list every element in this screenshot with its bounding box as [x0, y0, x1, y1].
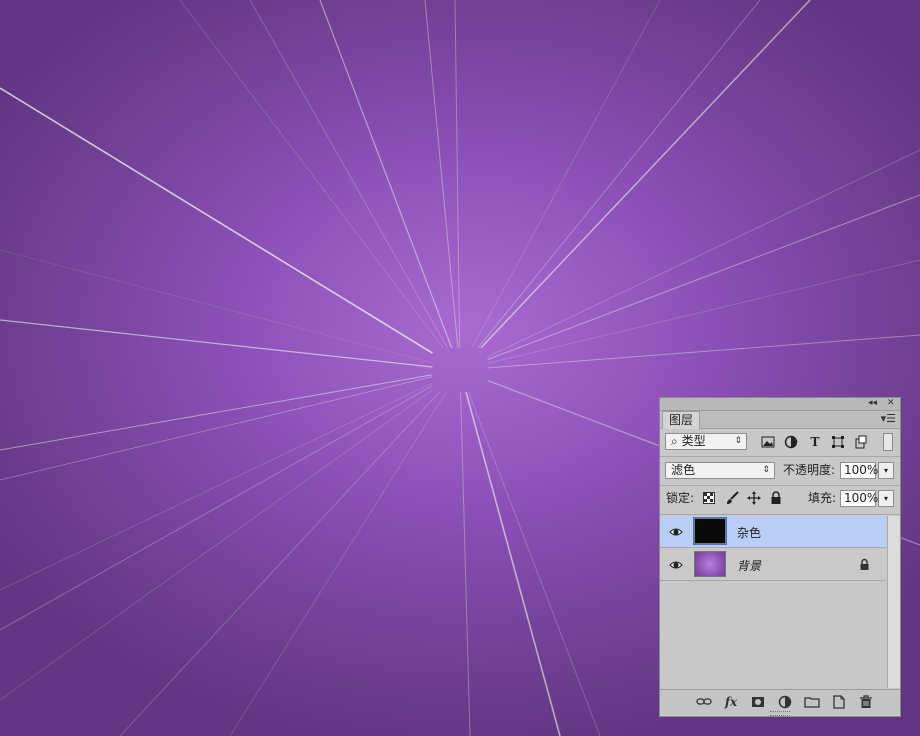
light-ray	[0, 374, 433, 451]
collapse-icon[interactable]: ◂◂	[868, 397, 877, 409]
light-ray	[477, 0, 761, 349]
light-ray	[179, 0, 444, 349]
layer-row-background[interactable]: 背景	[660, 549, 886, 581]
light-ray	[0, 319, 433, 368]
opacity-label: 不透明度:	[783, 463, 836, 477]
light-ray	[0, 376, 433, 481]
layers-scrollbar[interactable]	[887, 516, 900, 688]
layer-name[interactable]: 背景	[737, 557, 761, 574]
close-icon[interactable]: ✕	[887, 397, 895, 409]
fill-input[interactable]: 100%	[840, 490, 878, 507]
layer-thumbnail[interactable]	[693, 517, 727, 545]
light-ray	[0, 385, 433, 631]
lock-all-icon[interactable]	[770, 491, 782, 508]
link-layers-icon[interactable]	[696, 694, 712, 710]
light-ray	[0, 382, 433, 591]
light-ray	[487, 149, 920, 358]
light-ray	[229, 391, 447, 736]
light-ray	[249, 0, 448, 348]
opacity-input[interactable]: 100%	[840, 462, 878, 479]
shape-filter-icon[interactable]	[831, 435, 845, 449]
opacity-dropdown-icon[interactable]: ▾	[878, 462, 894, 479]
blend-mode-select[interactable]: 滤色 ⇕	[665, 462, 775, 479]
new-layer-icon[interactable]	[831, 694, 847, 710]
light-ray	[487, 194, 920, 360]
layer-row-noise[interactable]: 杂色	[660, 516, 886, 548]
fill-dropdown-icon[interactable]: ▾	[878, 490, 894, 507]
select-arrow-icon: ⇕	[762, 465, 770, 475]
eye-visibility-icon[interactable]	[669, 558, 683, 572]
layer-thumbnail[interactable]	[694, 551, 726, 577]
resize-grip[interactable]	[770, 711, 790, 716]
tab-layers[interactable]: 图层	[662, 411, 701, 429]
lock-pixels-brush-icon[interactable]	[725, 491, 739, 508]
light-ray	[424, 0, 459, 348]
light-ray	[487, 259, 920, 364]
fx-icon[interactable]: fx	[723, 694, 739, 710]
divider	[660, 514, 900, 515]
smartobject-filter-icon[interactable]	[854, 435, 868, 449]
light-ray	[0, 389, 433, 701]
panel-tab-row: 图层 ▾☰	[660, 411, 900, 429]
layer-mask-icon[interactable]	[750, 694, 766, 710]
filter-kind-select[interactable]: ⌕ 类型 ⇕	[665, 433, 747, 450]
blend-mode-value: 滤色	[671, 463, 696, 477]
filter-kind-value: 类型	[681, 434, 706, 448]
adjustment-layer-icon[interactable]	[777, 694, 793, 710]
light-ray	[0, 249, 433, 364]
light-ray	[471, 0, 661, 348]
light-ray	[465, 391, 561, 736]
select-arrow-icon: ⇕	[734, 436, 742, 446]
divider	[660, 485, 900, 486]
type-filter-icon[interactable]: T	[808, 435, 822, 449]
light-ray	[468, 391, 601, 736]
light-ray	[460, 391, 471, 736]
group-folder-icon[interactable]	[804, 694, 820, 710]
light-ray	[487, 334, 920, 369]
light-ray	[0, 87, 433, 354]
image-filter-icon[interactable]	[761, 435, 775, 449]
layer-name[interactable]: 杂色	[737, 524, 761, 541]
lock-label: 锁定:	[666, 491, 695, 505]
panel-title-bar[interactable]: ◂◂ ✕	[660, 398, 900, 411]
adjustment-filter-icon[interactable]	[784, 435, 798, 449]
fill-label: 填充:	[808, 491, 837, 505]
lock-transparent-icon[interactable]	[703, 492, 716, 508]
divider	[660, 456, 900, 457]
panel-menu-icon[interactable]: ▾☰	[881, 412, 896, 426]
light-ray	[119, 391, 440, 736]
light-ray	[480, 0, 811, 349]
filter-toggle-switch[interactable]	[883, 433, 893, 451]
trash-icon[interactable]	[858, 694, 874, 710]
layers-panel: ◂◂ ✕ 图层 ▾☰ ⌕ 类型 ⇕ T 滤色 ⇕ 不透明度: 100% ▾ 锁定…	[659, 397, 901, 717]
search-icon: ⌕	[671, 434, 678, 448]
lock-position-move-icon[interactable]	[747, 491, 761, 508]
light-ray	[454, 0, 461, 348]
lock-icon	[859, 558, 870, 574]
eye-visibility-icon[interactable]	[669, 525, 683, 539]
